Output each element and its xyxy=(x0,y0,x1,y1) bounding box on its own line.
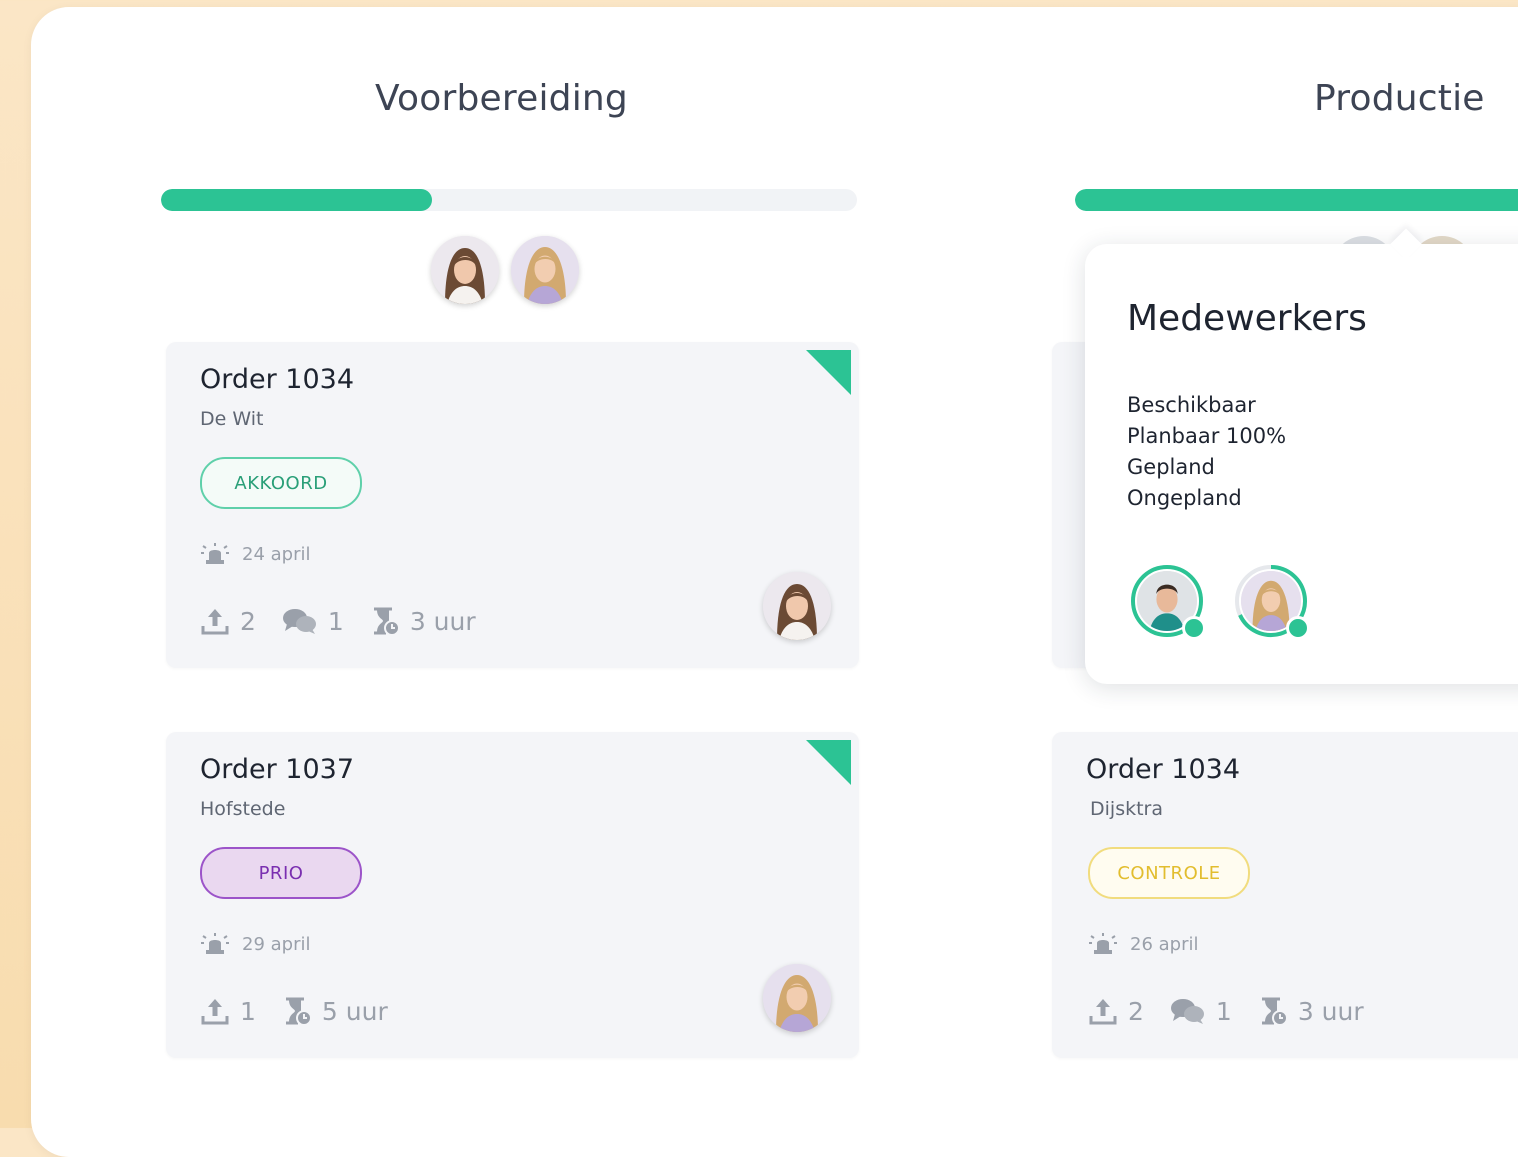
avatar[interactable] xyxy=(431,236,499,304)
corner-flag-icon xyxy=(806,740,851,785)
employee-avatar[interactable] xyxy=(1130,564,1206,640)
progress-fill xyxy=(161,189,433,211)
online-status-dot xyxy=(1286,616,1310,640)
due-date: 29 april xyxy=(200,932,310,956)
popover-title: Medewerkers xyxy=(1127,298,1367,339)
order-customer: Hofstede xyxy=(200,798,286,820)
legend-item: Gepland xyxy=(1127,455,1215,479)
progress-bar-voorbereiding xyxy=(161,189,857,211)
corner-flag-icon xyxy=(806,350,851,395)
employee-avatar[interactable] xyxy=(1234,564,1310,640)
hourglass-icon xyxy=(373,607,400,636)
hours-estimate: 3 uur xyxy=(370,606,476,636)
upload-icon xyxy=(1089,999,1117,1025)
assignee-avatar[interactable] xyxy=(763,964,831,1032)
employees-popover: Medewerkers Beschikbaar Planbaar 100% Ge… xyxy=(1085,228,1518,684)
due-date-text: 24 april xyxy=(242,543,311,565)
comments-icon xyxy=(1170,999,1204,1024)
hours-estimate: 3 uur xyxy=(1258,996,1364,1026)
alarm-icon xyxy=(1089,933,1117,954)
order-title: Order 1034 xyxy=(200,364,355,395)
due-date-text: 29 april xyxy=(242,933,311,955)
status-badge[interactable]: CONTROLE xyxy=(1088,847,1250,899)
order-title: Order 1037 xyxy=(200,754,355,785)
card-meta: 1 5 uur xyxy=(200,996,414,1026)
avatar[interactable] xyxy=(511,236,579,304)
upload-icon xyxy=(201,999,229,1025)
column-title-productie: Productie xyxy=(1314,78,1485,119)
comments-count: 1 xyxy=(1170,997,1232,1026)
order-card[interactable]: Order 1034 De Wit AKKOORD 24 april 2 1 3… xyxy=(166,342,859,668)
order-card[interactable]: Order 1034 Dijsktra CONTROLE 26 april 2 … xyxy=(1052,732,1518,1058)
due-date: 26 april xyxy=(1088,932,1198,956)
online-status-dot xyxy=(1182,616,1206,640)
status-badge[interactable]: PRIO xyxy=(200,847,362,899)
progress-bar-productie xyxy=(1075,189,1518,211)
progress-fill xyxy=(1075,189,1518,211)
comments-icon xyxy=(282,609,316,634)
alarm-icon xyxy=(201,933,229,954)
legend-item: Planbaar 100% xyxy=(1127,424,1287,448)
column-title-voorbereiding: Voorbereiding xyxy=(375,78,628,119)
hourglass-icon xyxy=(285,997,312,1026)
card-meta: 2 1 3 uur xyxy=(1088,996,1390,1026)
legend-item: Beschikbaar xyxy=(1127,393,1256,417)
comments-count: 1 xyxy=(282,607,344,636)
order-card[interactable]: Order 1037 Hofstede PRIO 29 april 1 5 uu… xyxy=(166,732,859,1058)
assignee-avatar[interactable] xyxy=(763,572,831,640)
due-date: 24 april xyxy=(200,542,310,566)
status-badge[interactable]: AKKOORD xyxy=(200,457,362,509)
hours-estimate: 5 uur xyxy=(282,996,388,1026)
hourglass-icon xyxy=(1261,997,1288,1026)
alarm-icon xyxy=(201,543,229,564)
upload-icon xyxy=(201,609,229,635)
order-title: Order 1034 xyxy=(1086,754,1241,785)
uploads-count: 2 xyxy=(200,606,256,636)
due-date-text: 26 april xyxy=(1130,933,1199,955)
uploads-count: 2 xyxy=(1088,996,1144,1026)
uploads-count: 1 xyxy=(200,996,256,1026)
order-customer: De Wit xyxy=(200,408,264,430)
order-customer: Dijsktra xyxy=(1090,798,1163,820)
availability-legend: Beschikbaar Planbaar 100% Gepland Ongepl… xyxy=(1127,390,1286,514)
legend-item: Ongepland xyxy=(1127,486,1242,510)
card-meta: 2 1 3 uur xyxy=(200,606,502,636)
